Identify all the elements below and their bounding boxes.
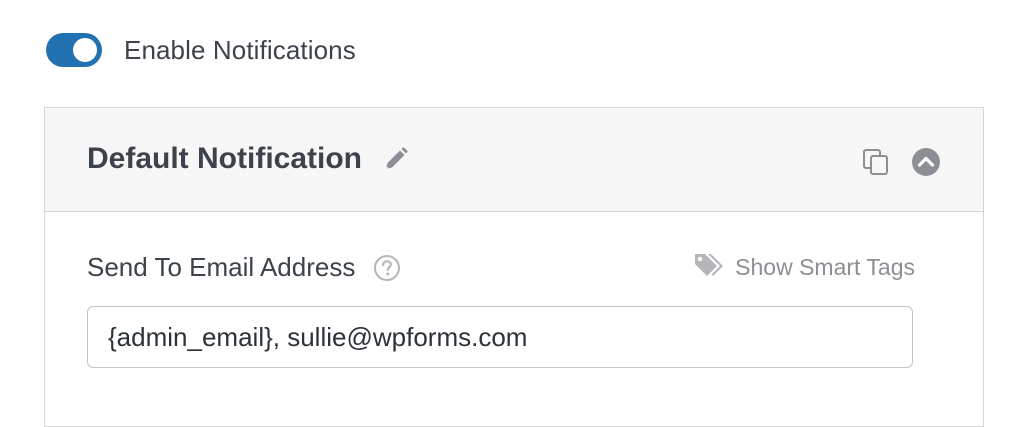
send-to-email-input[interactable] bbox=[87, 306, 913, 368]
show-smart-tags-link[interactable]: Show Smart Tags bbox=[693, 252, 915, 283]
pencil-icon[interactable] bbox=[382, 145, 410, 173]
enable-notifications-toggle[interactable] bbox=[46, 33, 102, 67]
enable-notifications-row: Enable Notifications bbox=[46, 31, 356, 69]
toggle-knob bbox=[73, 38, 97, 62]
question-circle-icon[interactable] bbox=[373, 254, 401, 282]
notification-panel: Default Notification Send To Email Addre… bbox=[44, 107, 984, 427]
field-label-wrap: Send To Email Address bbox=[87, 252, 401, 283]
header-actions bbox=[859, 145, 943, 179]
tags-icon bbox=[693, 252, 725, 283]
notification-title-wrap: Default Notification bbox=[87, 142, 410, 176]
chevron-up-circle-icon[interactable] bbox=[909, 145, 943, 179]
notification-panel-header: Default Notification bbox=[45, 108, 983, 212]
send-to-field-row: Send To Email Address Show Smart Tags bbox=[87, 252, 915, 283]
enable-notifications-label: Enable Notifications bbox=[124, 34, 356, 65]
show-smart-tags-label: Show Smart Tags bbox=[735, 254, 915, 280]
notification-title: Default Notification bbox=[87, 142, 362, 175]
copy-icon[interactable] bbox=[859, 145, 893, 179]
send-to-label: Send To Email Address bbox=[87, 252, 356, 282]
